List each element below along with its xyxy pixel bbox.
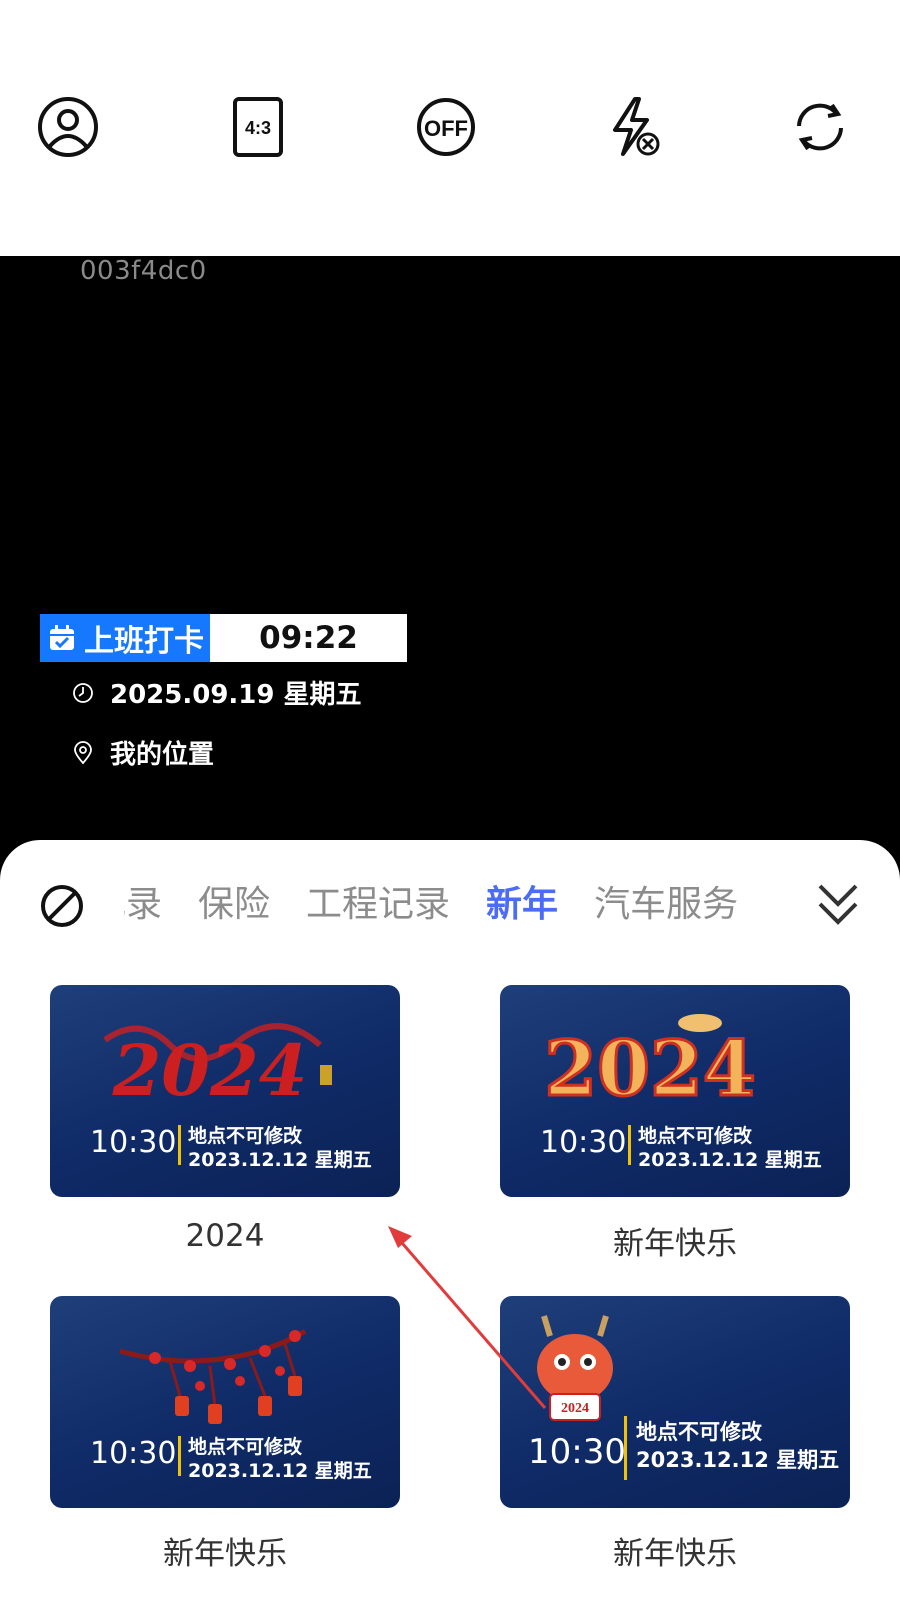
template-card[interactable]: 2024 10:30 地点不可修改 2023.12.12 星期五 (50, 985, 400, 1197)
category-tabs[interactable]: 记录 保险 工程记录 新年 汽车服务 (124, 870, 784, 940)
template-card[interactable]: 2024 10:30 地点不可修改 2023.12.12 星期五 (500, 1296, 850, 1508)
location-pin-icon (74, 740, 92, 764)
device-id: 003f4dc0 (80, 256, 207, 286)
switch-camera-icon (797, 103, 843, 151)
art-text: 2024 (544, 1024, 756, 1113)
flash-off-icon (613, 97, 660, 156)
card-separator (624, 1416, 627, 1480)
aspect-ratio-icon: 4:3 (233, 97, 283, 157)
switch-camera-button[interactable] (786, 93, 854, 161)
timer-off-icon: OFF (417, 98, 475, 156)
clock-icon (73, 682, 93, 703)
tab-category[interactable]: 保险 (198, 870, 270, 940)
watermark-stamp[interactable]: 上班打卡 09:22 (40, 614, 407, 662)
card-time: 10:30 (540, 1125, 627, 1160)
card-location: 地点不可修改 (188, 1436, 303, 1458)
aspect-ratio-label: 4:3 (245, 118, 271, 138)
profile-icon (38, 97, 98, 157)
card-time: 10:30 (528, 1432, 626, 1472)
card-location: 地点不可修改 (638, 1125, 753, 1147)
template-card[interactable]: 10:30 地点不可修改 2023.12.12 星期五 (50, 1296, 400, 1508)
stamp-location: 我的位置 (110, 740, 215, 770)
card-date: 2023.12.12 星期五 (188, 1460, 372, 1482)
stamp-title-block: 上班打卡 (40, 614, 210, 662)
calendar-check-icon (50, 625, 74, 650)
tab-category[interactable]: 汽车服务 (594, 870, 738, 940)
tab-category[interactable]: 工程记录 (306, 870, 450, 940)
card-caption: 新年快乐 (163, 1536, 287, 1572)
dragon-mascot-art: 2024 (537, 1315, 613, 1421)
card-separator (178, 1436, 181, 1476)
stamp-location-line: 我的位置 (72, 734, 214, 771)
flash-button[interactable] (600, 93, 668, 161)
card-separator (178, 1125, 181, 1165)
art-text: 2024 (112, 1029, 308, 1112)
tab-category-active[interactable]: 新年 (486, 870, 558, 940)
card-date: 2023.12.12 星期五 (636, 1448, 840, 1472)
stamp-date: 2025.09.19 星期五 (110, 680, 362, 710)
card-caption: 新年快乐 (613, 1536, 737, 1572)
no-template-button[interactable] (40, 884, 84, 928)
card-caption: 2024 (185, 1218, 265, 1254)
double-chevron-down-icon (818, 884, 858, 925)
category-bar: 记录 保险 工程记录 新年 汽车服务 (0, 840, 900, 960)
card-time: 10:30 (90, 1436, 177, 1471)
timer-button[interactable]: OFF (412, 93, 480, 161)
camera-viewfinder[interactable]: 003f4dc0 上班打卡 09:22 2025.09.19 星期五 我的位置 (0, 256, 900, 886)
art-text: 2024 (561, 1401, 589, 1416)
card-date: 2023.12.12 星期五 (638, 1149, 822, 1171)
aspect-ratio-button[interactable]: 4:3 (224, 93, 292, 161)
card-separator (628, 1125, 631, 1165)
card-date: 2023.12.12 星期五 (188, 1149, 372, 1171)
timer-off-label: OFF (424, 116, 468, 141)
expand-categories-button[interactable] (816, 880, 860, 930)
prohibited-icon (41, 885, 83, 927)
card-caption: 新年快乐 (613, 1226, 737, 1262)
card-time: 10:30 (90, 1125, 177, 1160)
stamp-title: 上班打卡 (84, 624, 204, 659)
stamp-time: 09:22 (210, 614, 407, 662)
tab-category[interactable]: 记录 (124, 870, 162, 940)
profile-button[interactable] (34, 93, 102, 161)
template-card[interactable]: 2024 10:30 地点不可修改 2023.12.12 星期五 (500, 985, 850, 1197)
card-location: 地点不可修改 (188, 1125, 303, 1147)
card-location: 地点不可修改 (636, 1420, 762, 1444)
camera-toolbar: 4:3 OFF (0, 0, 900, 256)
stamp-date-line: 2025.09.19 星期五 (72, 674, 362, 711)
